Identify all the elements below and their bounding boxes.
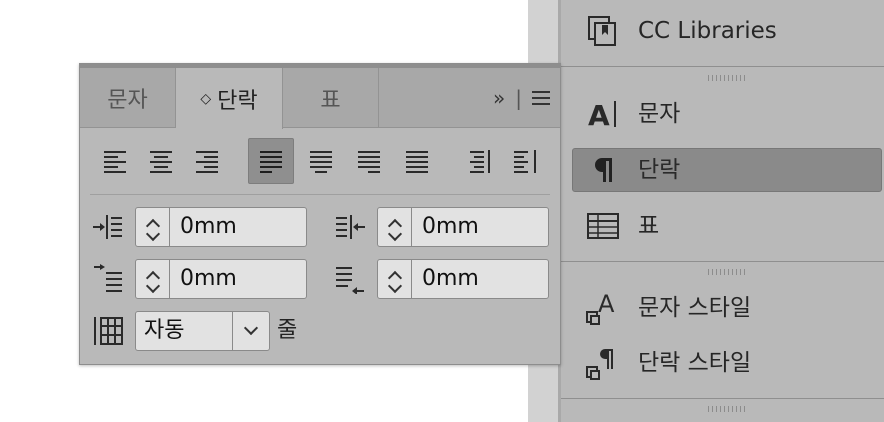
justify-all-icon bbox=[406, 151, 428, 173]
first-line-indent-icon bbox=[90, 259, 126, 299]
collapse-icon[interactable]: » bbox=[493, 86, 505, 110]
align-away-from-spine-icon bbox=[514, 150, 536, 173]
dock-separator bbox=[561, 261, 884, 262]
drag-grip[interactable] bbox=[708, 269, 748, 275]
dropdown-button[interactable] bbox=[232, 312, 269, 350]
left-indent-field[interactable]: 0mm bbox=[135, 207, 307, 247]
align-left-button[interactable] bbox=[92, 138, 138, 184]
right-indent-stepper[interactable] bbox=[378, 208, 412, 246]
chevron-down-icon[interactable] bbox=[145, 226, 160, 242]
chevron-down-icon[interactable] bbox=[145, 278, 160, 294]
drag-grip[interactable] bbox=[708, 406, 748, 412]
paragraph-styles-icon bbox=[585, 345, 621, 381]
dock-item-label: 문자 bbox=[638, 101, 681, 127]
dock-item-paragraph[interactable]: 단락 bbox=[561, 144, 884, 196]
svg-text:A: A bbox=[598, 290, 615, 318]
tab-paragraph[interactable]: ◇ 단락 bbox=[176, 68, 283, 129]
dock-item-label: 문자 스타일 bbox=[638, 295, 752, 321]
align-center-icon bbox=[150, 151, 172, 173]
justify-center-icon bbox=[310, 151, 332, 173]
dock-item-label: 단락 bbox=[638, 157, 681, 183]
tab-label: 문자 bbox=[107, 88, 148, 113]
align-right-icon bbox=[196, 151, 218, 173]
align-center-button[interactable] bbox=[138, 138, 184, 184]
align-away-from-spine-button[interactable] bbox=[502, 138, 548, 184]
panel-tab-bar: 문자 ◇ 단락 표 » | bbox=[80, 68, 560, 129]
dock-item-table[interactable]: 표 bbox=[561, 200, 884, 252]
chevron-down-icon[interactable] bbox=[387, 278, 402, 294]
table-icon bbox=[585, 208, 621, 244]
tab-character[interactable]: 문자 bbox=[80, 68, 176, 128]
align-towards-spine-icon bbox=[470, 150, 490, 173]
sort-arrows-icon: ◇ bbox=[200, 90, 212, 107]
first-line-indent-stepper[interactable] bbox=[136, 260, 170, 298]
dock-item-label: CC Libraries bbox=[638, 18, 777, 44]
svg-text:A: A bbox=[588, 99, 610, 131]
justify-right-icon bbox=[358, 151, 380, 173]
justify-left-icon bbox=[260, 151, 282, 173]
left-indent-stepper[interactable] bbox=[136, 208, 170, 246]
chevron-down-icon[interactable] bbox=[387, 226, 402, 242]
right-indent-field[interactable]: 0mm bbox=[377, 207, 549, 247]
cc-libraries-icon bbox=[585, 13, 621, 49]
separator: | bbox=[515, 86, 522, 110]
panel-dock: CC Libraries A 문자 단락 표 A 문자 스타일 단락 스타일 bbox=[561, 0, 884, 422]
alignment-toolbar bbox=[80, 138, 560, 184]
dock-item-label: 표 bbox=[638, 213, 660, 239]
divider bbox=[90, 194, 550, 195]
right-indent-icon bbox=[332, 207, 368, 247]
grid-lines-value[interactable]: 자동 bbox=[144, 312, 184, 350]
dock-item-label: 단락 스타일 bbox=[638, 350, 752, 376]
tab-label: 표 bbox=[320, 88, 341, 113]
grid-lines-unit: 줄 bbox=[277, 318, 298, 343]
justify-right-button[interactable] bbox=[346, 138, 392, 184]
paragraph-panel: 문자 ◇ 단락 표 » | 0mm 0mm 0mm 0mm 자동 줄 bbox=[79, 63, 561, 365]
drag-grip[interactable] bbox=[708, 75, 748, 81]
tab-table[interactable]: 표 bbox=[283, 68, 379, 128]
justify-all-button[interactable] bbox=[394, 138, 440, 184]
left-indent-value[interactable]: 0mm bbox=[180, 208, 237, 246]
align-left-icon bbox=[104, 151, 126, 173]
last-line-right-indent-value[interactable]: 0mm bbox=[422, 260, 479, 298]
dock-separator bbox=[561, 66, 884, 67]
grid-lines-select[interactable]: 자동 bbox=[135, 311, 270, 351]
justify-center-button[interactable] bbox=[298, 138, 344, 184]
justify-left-button[interactable] bbox=[248, 138, 294, 184]
last-line-right-indent-icon bbox=[332, 259, 368, 299]
panel-controls: » | bbox=[493, 68, 550, 128]
grid-lines-icon bbox=[90, 311, 126, 351]
align-right-button[interactable] bbox=[184, 138, 230, 184]
first-line-indent-value[interactable]: 0mm bbox=[180, 260, 237, 298]
tab-label: 단락 bbox=[217, 88, 258, 114]
dock-item-cc-libraries[interactable]: CC Libraries bbox=[561, 5, 884, 57]
dock-item-character-styles[interactable]: A 문자 스타일 bbox=[561, 282, 884, 334]
right-indent-value[interactable]: 0mm bbox=[422, 208, 479, 246]
character-styles-icon: A bbox=[585, 290, 621, 326]
dock-separator bbox=[561, 398, 884, 399]
character-icon: A bbox=[585, 96, 621, 132]
first-line-indent-field[interactable]: 0mm bbox=[135, 259, 307, 299]
chevron-down-icon bbox=[243, 320, 259, 336]
panel-menu-icon[interactable] bbox=[532, 91, 550, 105]
dock-item-paragraph-styles[interactable]: 단락 스타일 bbox=[561, 337, 884, 389]
left-indent-icon bbox=[90, 207, 126, 247]
last-line-right-indent-field[interactable]: 0mm bbox=[377, 259, 549, 299]
dock-item-character[interactable]: A 문자 bbox=[561, 88, 884, 140]
last-line-right-indent-stepper[interactable] bbox=[378, 260, 412, 298]
paragraph-icon bbox=[585, 152, 621, 188]
align-towards-spine-button[interactable] bbox=[456, 138, 502, 184]
